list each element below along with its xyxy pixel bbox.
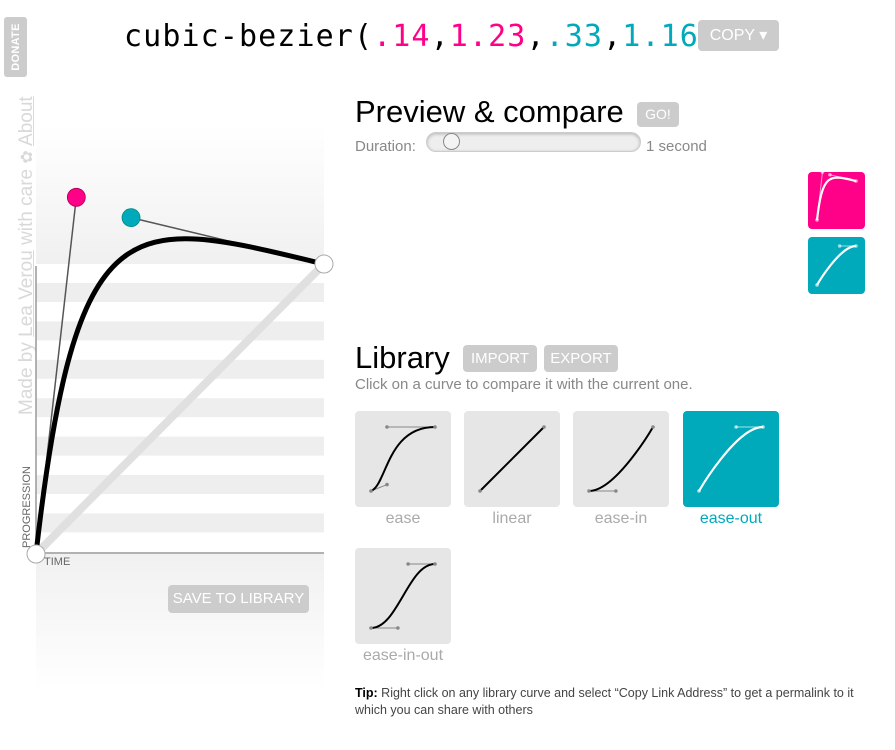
thumb-curve <box>588 426 654 492</box>
graph-stripe <box>36 475 324 494</box>
graph-stripe <box>36 436 324 456</box>
library-curve-thumbnail[interactable] <box>355 548 451 644</box>
tip-label: Tip: <box>355 686 378 700</box>
library-item-name: ease-out <box>699 510 763 527</box>
library-item-name: linear <box>492 510 532 527</box>
save-to-library-button[interactable]: SAVE TO LIBRARY <box>168 585 309 613</box>
thumb-handle-point <box>734 425 738 429</box>
library-curve-svg <box>369 562 437 630</box>
thumb-handle-point <box>385 482 389 487</box>
thumb-start-point <box>587 489 591 493</box>
library-item-name: ease-in-out <box>362 647 444 664</box>
thumb-curve <box>479 426 545 492</box>
p1-handle[interactable] <box>66 187 86 207</box>
library-item-ease[interactable]: ease <box>355 411 451 528</box>
duration-value: 1 second <box>646 138 707 155</box>
thumb-end-point <box>542 425 546 429</box>
thumb-curve <box>370 563 436 629</box>
library-curve-svg <box>587 425 655 493</box>
end-point <box>314 254 334 274</box>
thumb-end-point <box>854 244 858 248</box>
p2-handle[interactable] <box>121 208 141 228</box>
import-button[interactable]: IMPORT <box>463 345 537 372</box>
thumb-start-point <box>478 489 482 493</box>
slider-thumb[interactable] <box>443 133 460 150</box>
thumb-curve <box>370 426 436 492</box>
duration-label: Duration: <box>355 138 416 155</box>
current-curve-thumbnail <box>815 170 858 222</box>
preview-current-curve <box>808 170 865 229</box>
thumb-handle-point <box>828 172 832 177</box>
thumb-curve <box>816 244 857 286</box>
thumb-end-point <box>761 425 765 429</box>
tip-text: Right click on any library curve and sel… <box>355 686 854 717</box>
thumb-handle-point <box>396 626 400 630</box>
tip: Tip: Right click on any library curve an… <box>355 685 870 719</box>
thumb-start-point <box>815 218 819 222</box>
thumb-start-point <box>815 283 819 287</box>
library-item-ease-in[interactable]: ease-in <box>573 411 669 528</box>
graph-stripe <box>36 283 324 302</box>
thumb-start-point <box>697 489 701 493</box>
y-axis-label: PROGRESSION <box>21 466 33 548</box>
library-heading: Library <box>355 340 450 375</box>
preview-heading: Preview & compare <box>355 94 624 129</box>
graph-stripe <box>36 513 324 533</box>
library-curve-thumbnail[interactable] <box>573 411 669 507</box>
library-item-ease-in-out[interactable]: ease-in-out <box>355 548 451 665</box>
thumb-curve <box>815 176 857 221</box>
library-curve-svg <box>478 425 546 493</box>
thumb-start-point <box>369 626 373 630</box>
thumb-end-point <box>651 425 655 429</box>
graph-stripe <box>36 359 324 379</box>
library-item-name: ease-in <box>594 510 648 527</box>
library-item-name: ease <box>385 510 421 527</box>
library-hint: Click on a curve to compare it with the … <box>355 376 693 393</box>
x-axis-label: TIME <box>44 556 71 568</box>
library-curve-thumbnail[interactable] <box>464 411 560 507</box>
thumb-handle-point <box>385 425 389 429</box>
library-curve-thumbnail[interactable] <box>683 411 779 507</box>
export-button[interactable]: EXPORT <box>544 345 618 372</box>
library-curve-svg <box>369 425 437 493</box>
duration-slider[interactable] <box>426 132 641 152</box>
compare-curve-thumbnail <box>815 244 858 287</box>
library-item-ease-out[interactable]: ease-out <box>683 411 779 528</box>
thumb-handle-point <box>837 244 842 248</box>
preview-compare-curve <box>808 237 865 294</box>
library-item-linear[interactable]: linear <box>464 411 560 528</box>
library-curve-thumbnail[interactable] <box>355 411 451 507</box>
thumb-handle-point <box>406 562 410 566</box>
thumb-handle-point <box>820 170 825 174</box>
library-curve-svg <box>697 425 765 493</box>
thumb-start-point <box>369 489 373 493</box>
thumb-end-point <box>433 562 437 566</box>
thumb-handle-point <box>614 489 618 493</box>
go-button[interactable]: GO! <box>637 102 679 127</box>
thumb-curve <box>698 425 764 492</box>
thumb-end-point <box>854 179 858 183</box>
thumb-end-point <box>433 425 437 429</box>
